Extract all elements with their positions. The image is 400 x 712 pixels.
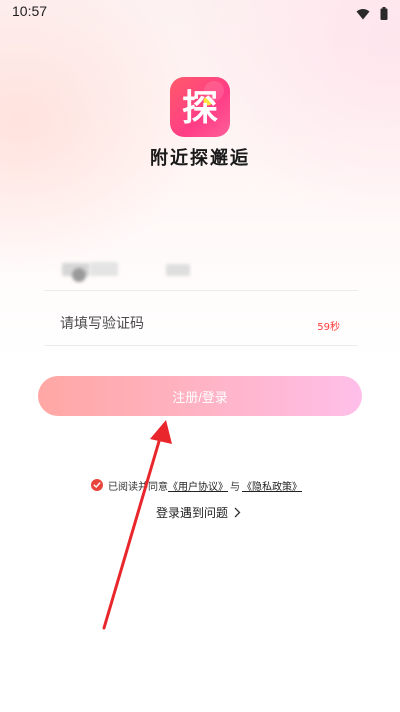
redacted-phone-segment (90, 262, 118, 276)
status-icons (356, 5, 388, 24)
user-agreement-link[interactable]: 《用户协议》 (168, 478, 228, 493)
check-icon (93, 482, 101, 488)
redacted-phone-segment (166, 264, 190, 276)
verification-code-row: 59秒 (44, 302, 358, 346)
phone-input[interactable] (44, 246, 358, 291)
verification-code-input[interactable] (60, 313, 280, 335)
resend-countdown[interactable]: 59秒 (317, 318, 340, 333)
chevron-right-icon (234, 507, 241, 518)
wifi-icon (356, 5, 370, 24)
agreement-prefix: 已阅读并同意 (108, 481, 168, 493)
agreement-row: 已阅读并同意 《用户协议》 与 《隐私政策》 (91, 477, 302, 493)
register-login-button[interactable]: 注册/登录 (38, 376, 362, 416)
app-logo-char: 探 (182, 88, 218, 129)
login-help-label: 登录遇到问题 (156, 505, 229, 520)
agreement-checkbox[interactable] (91, 479, 103, 491)
redacted-phone-segment (72, 268, 86, 282)
app-logo: 探 (170, 77, 230, 137)
status-bar: 10:57 (0, 0, 400, 24)
status-time: 10:57 (12, 3, 48, 19)
login-help-link[interactable]: 登录遇到问题 (156, 503, 241, 521)
battery-icon (380, 5, 388, 24)
app-name: 附近探邂逅 (150, 148, 250, 169)
privacy-policy-link[interactable]: 《隐私政策》 (242, 478, 302, 493)
agreement-joiner: 与 (230, 481, 240, 493)
